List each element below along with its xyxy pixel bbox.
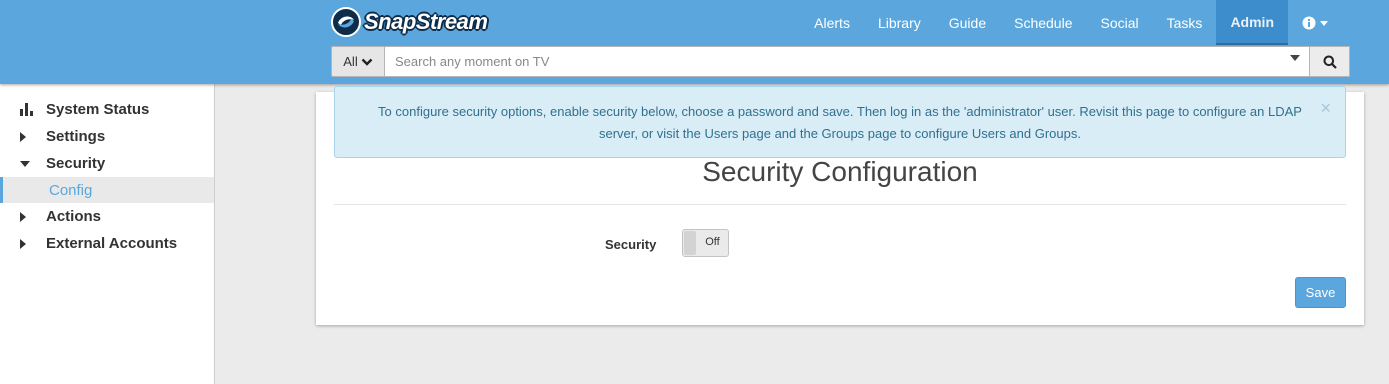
main-nav: Alerts Library Guide Schedule Social Tas… <box>800 0 1349 45</box>
search-input[interactable] <box>385 46 1310 77</box>
caret-down-icon <box>20 160 30 167</box>
security-label: Security <box>605 237 657 252</box>
sidebar-item-system-status[interactable]: System Status <box>0 96 214 123</box>
caret-right-icon <box>20 238 26 249</box>
search-bar: All <box>331 46 1350 77</box>
nav-library[interactable]: Library <box>864 0 935 45</box>
caret-right-icon <box>20 131 26 142</box>
security-toggle[interactable]: Off <box>682 229 729 257</box>
sidebar-item-external-accounts[interactable]: External Accounts <box>0 230 214 257</box>
admin-sidebar: System Status Settings Security Config A… <box>0 84 215 384</box>
sidebar-item-security[interactable]: Security <box>0 150 214 177</box>
top-navbar: SnapStream Alerts Library Guide Schedule… <box>0 0 1389 84</box>
nav-schedule[interactable]: Schedule <box>1000 0 1086 45</box>
sidebar-item-label: Settings <box>46 128 106 145</box>
info-menu[interactable] <box>1288 0 1349 45</box>
sidebar-item-label: Security <box>46 155 106 172</box>
sidebar-item-label: External Accounts <box>46 235 178 252</box>
sidebar-item-config[interactable]: Config <box>0 177 214 203</box>
brand-logo[interactable]: SnapStream <box>331 6 488 38</box>
close-icon[interactable]: × <box>1320 99 1331 117</box>
search-icon <box>1323 55 1337 69</box>
bar-chart-icon <box>20 103 46 116</box>
page-title: Security Configuration <box>702 156 978 187</box>
search-scope-value: All <box>343 54 358 69</box>
sidebar-item-label: Actions <box>46 208 102 225</box>
divider <box>334 204 1346 205</box>
caret-right-icon <box>20 211 26 222</box>
caret-down-icon <box>1320 20 1328 26</box>
chevron-down-icon <box>361 58 373 66</box>
info-circle-icon <box>1302 16 1316 29</box>
nav-admin[interactable]: Admin <box>1216 0 1288 45</box>
snapstream-logo-icon <box>331 7 361 37</box>
sidebar-item-settings[interactable]: Settings <box>0 123 214 150</box>
nav-social[interactable]: Social <box>1087 0 1153 45</box>
sidebar-item-actions[interactable]: Actions <box>0 203 214 230</box>
info-alert: To configure security options, enable se… <box>334 86 1346 158</box>
sidebar-item-label: System Status <box>46 101 150 118</box>
nav-guide[interactable]: Guide <box>935 0 1000 45</box>
toggle-knob <box>684 231 696 255</box>
sidebar-item-label: Config <box>49 181 93 199</box>
nav-tasks[interactable]: Tasks <box>1153 0 1217 45</box>
save-button[interactable]: Save <box>1295 277 1346 308</box>
nav-alerts[interactable]: Alerts <box>800 0 864 45</box>
search-scope-dropdown[interactable]: All <box>331 46 385 77</box>
search-button[interactable] <box>1310 46 1350 77</box>
brand-name: SnapStream <box>364 9 488 34</box>
search-suggest-caret-icon[interactable] <box>1290 55 1300 61</box>
toggle-state-text: Off <box>705 236 720 248</box>
alert-text-line-1: To configure security options, enable se… <box>378 104 1302 119</box>
alert-text-line-2: server, or visit the Users page and the … <box>599 126 1081 141</box>
